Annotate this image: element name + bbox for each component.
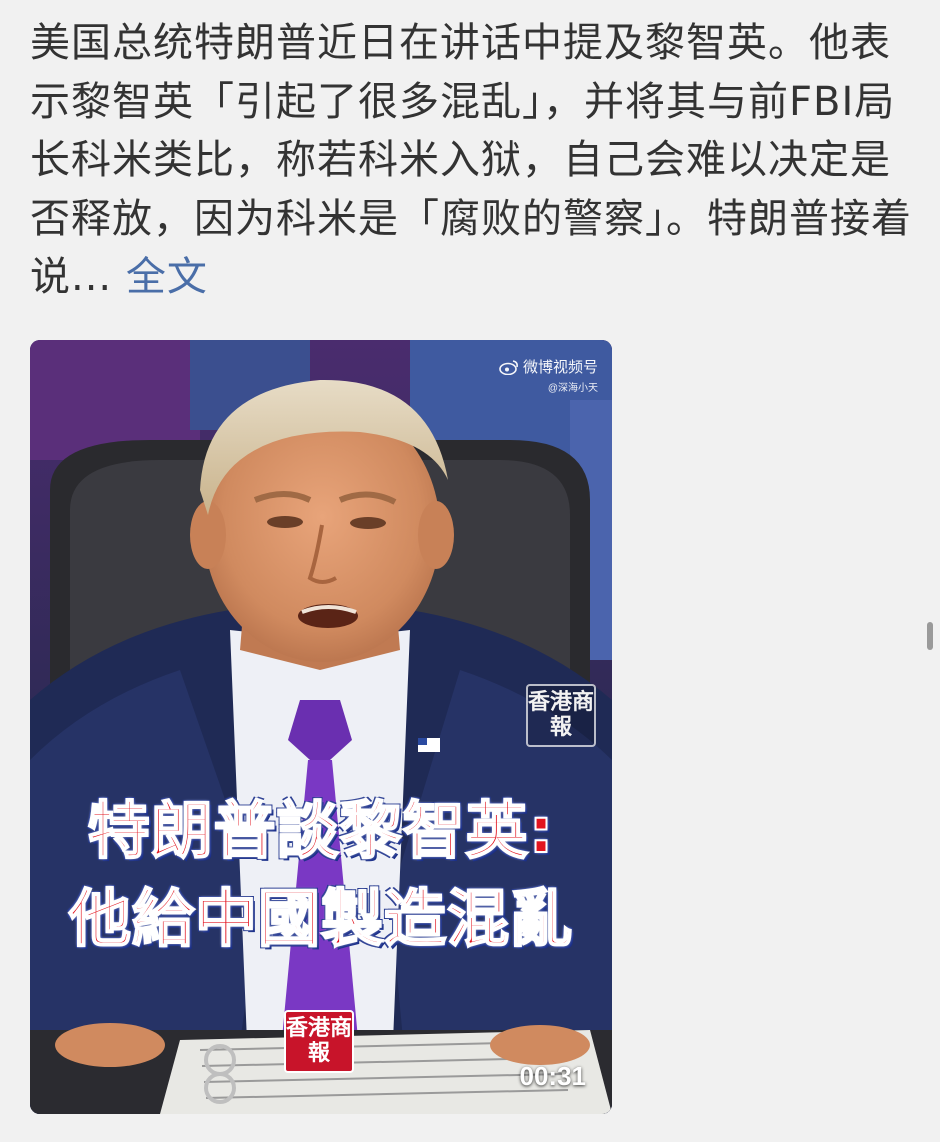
scrollbar-thumb[interactable] bbox=[927, 622, 933, 650]
video-headline-line1: 特朗普談黎智英: bbox=[87, 793, 555, 868]
weibo-logo-icon bbox=[499, 359, 518, 375]
video-thumbnail bbox=[30, 340, 612, 1114]
weibo-video-watermark: 微博视频号 @深海小天 bbox=[499, 356, 598, 394]
video-headline-line2: 他給中國製造混亂 bbox=[68, 881, 573, 956]
video-duration: 00:31 bbox=[519, 1061, 587, 1091]
expand-full-text-link[interactable]: 全文 bbox=[126, 254, 208, 300]
video-player[interactable]: 微博视频号 @深海小天 香港商報 特朗普談黎智英: 他給中國製造混亂 香港商報 … bbox=[30, 340, 612, 1114]
post-text: 美国总统特朗普近日在讲话中提及黎智英。他表示黎智英「引起了很多混乱」，并将其与前… bbox=[30, 14, 916, 307]
watermark-brand: 微博视频号 bbox=[522, 359, 598, 376]
hk-commercial-daily-logo-red: 香港商報 bbox=[284, 1010, 354, 1073]
watermark-account: @深海小天 bbox=[547, 383, 598, 394]
hk-commercial-daily-logo: 香港商報 bbox=[526, 684, 596, 747]
